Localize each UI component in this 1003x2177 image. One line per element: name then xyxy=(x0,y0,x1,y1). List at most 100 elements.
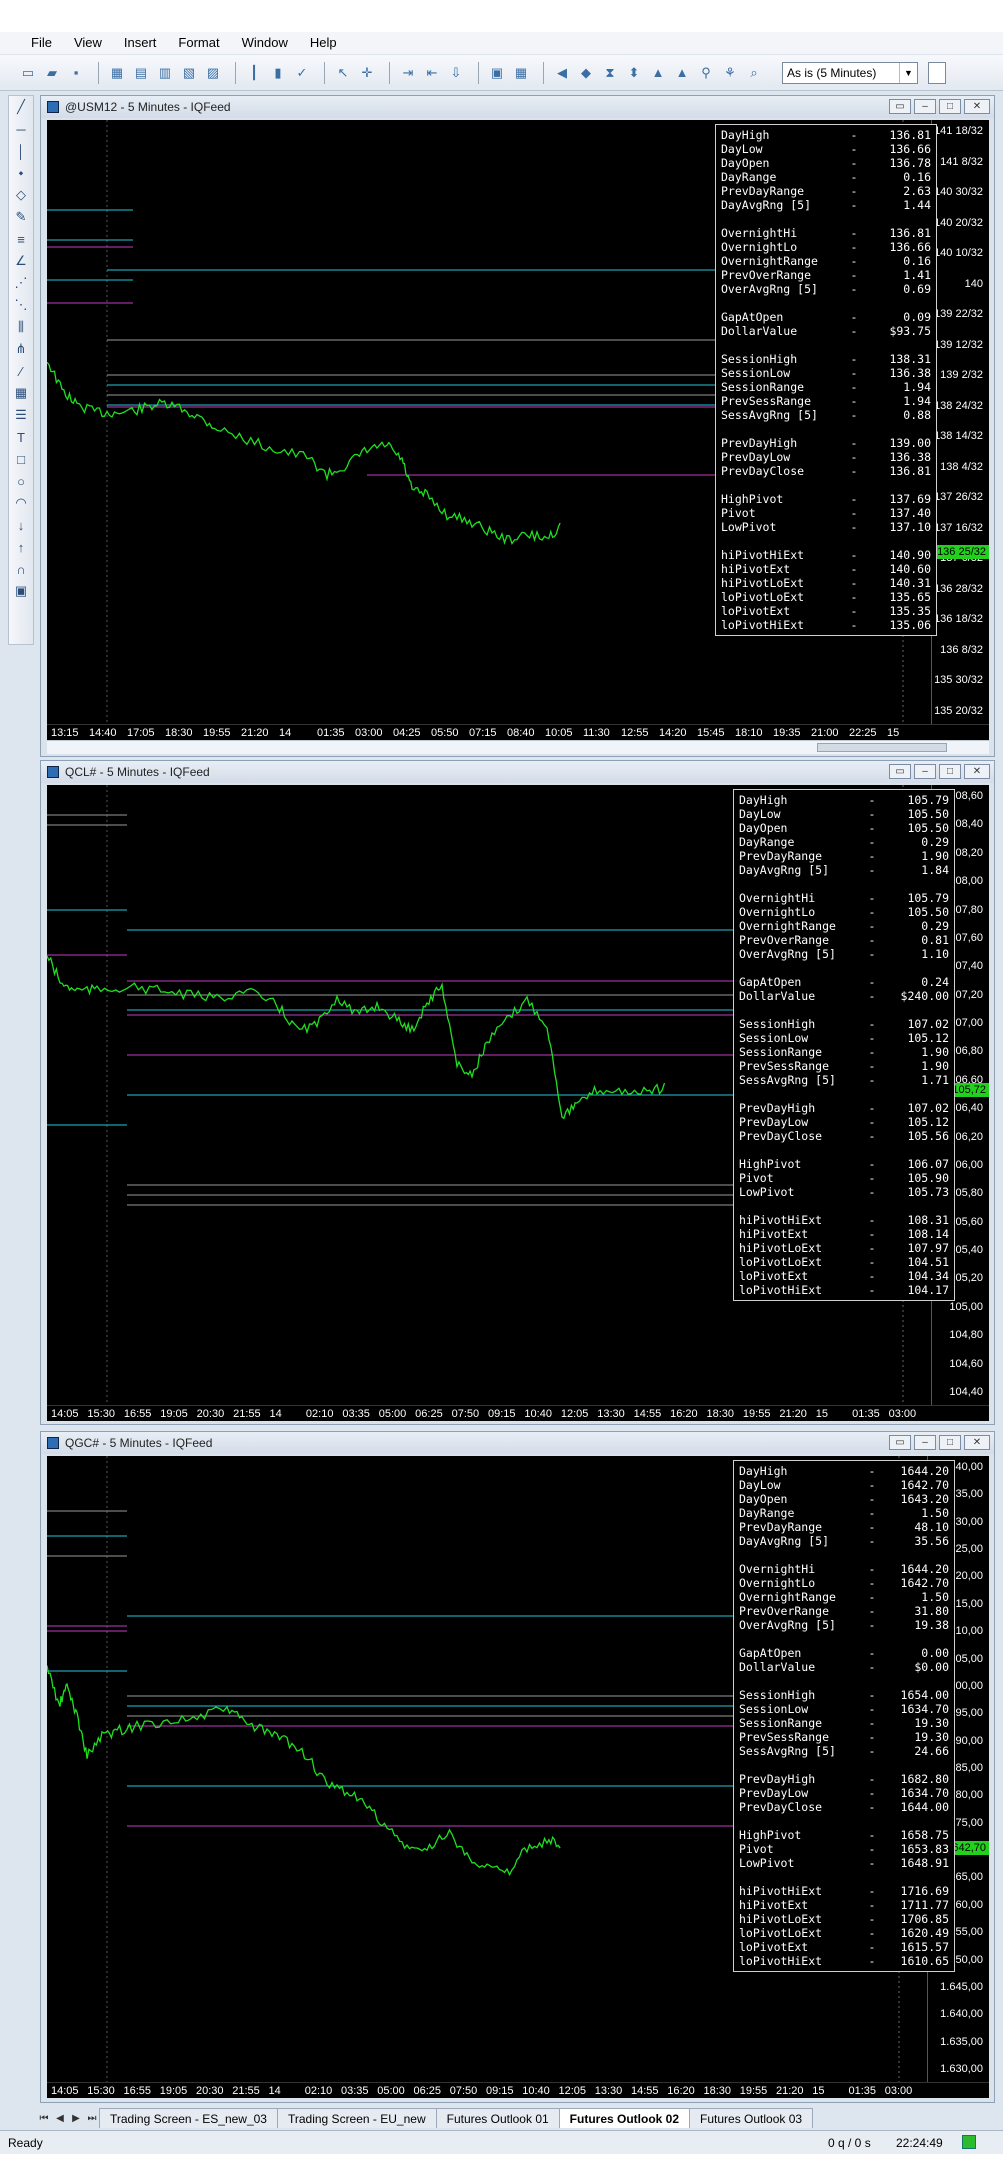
menu-file[interactable]: File xyxy=(20,32,63,54)
fan-icon[interactable]: ⋱ xyxy=(9,294,33,316)
brush-icon[interactable]: ⁄ xyxy=(9,360,33,382)
order-icon[interactable]: ▨ xyxy=(203,63,223,83)
pointer-fixed-icon[interactable]: ⚲ xyxy=(696,63,716,83)
tile-icon[interactable]: ▭ xyxy=(889,1435,911,1450)
tab-futures-outlook-02[interactable]: Futures Outlook 02 xyxy=(558,2108,691,2128)
buy-icon[interactable]: ⇥ xyxy=(398,63,418,83)
horizontal-scrollbar[interactable] xyxy=(47,740,989,754)
last-tab-icon[interactable]: ⏭ xyxy=(84,2113,100,2124)
menu-help[interactable]: Help xyxy=(299,32,348,54)
price-tick-label: 139 22/32 xyxy=(934,308,983,321)
period-select[interactable]: As is (5 Minutes) ▼ xyxy=(782,61,918,84)
candle-icon[interactable]: ▮ xyxy=(268,63,288,83)
menu-view[interactable]: View xyxy=(63,32,113,54)
window-titlebar[interactable]: QGC# - 5 Minutes - IQFeed xyxy=(41,1432,994,1454)
line-tool-icon[interactable]: ╱ xyxy=(9,96,33,118)
close-button[interactable]: ✕ xyxy=(964,1435,990,1450)
chart-plot-area[interactable]: 108,60 108,40 108,20 108,00 107,80 107,60 107,… xyxy=(47,785,989,1421)
stats-dash: - xyxy=(868,1842,876,1856)
vertical-line-icon[interactable]: │ xyxy=(9,140,33,162)
pitchfork-icon[interactable]: ⋔ xyxy=(9,338,33,360)
crosshair-icon[interactable]: ✛ xyxy=(357,63,377,83)
zoom-in-icon[interactable]: ⬍ xyxy=(624,63,644,83)
window-titlebar[interactable]: @USM12 - 5 Minutes - IQFeed xyxy=(41,96,994,118)
tile-icon[interactable]: ▭ xyxy=(889,764,911,779)
grid-tool-icon[interactable]: ▦ xyxy=(9,382,33,404)
arrow-down-icon[interactable]: ↓ xyxy=(9,514,33,536)
pointer-icon[interactable]: ↖ xyxy=(333,63,353,83)
fib-icon[interactable]: ≡ xyxy=(9,228,33,250)
check-icon[interactable]: ✓ xyxy=(292,63,312,83)
first-tab-icon[interactable]: ⏮ xyxy=(36,2113,52,2124)
tab-trading-screen-eu[interactable]: Trading Screen - EU_new xyxy=(276,2108,437,2128)
time-axis[interactable]: 14:05 15:30 16:55 19:05 20:30 21:55 14 02:10 03:… xyxy=(47,1405,989,1421)
arrow-up-icon[interactable]: ↑ xyxy=(9,536,33,558)
maximize-button[interactable]: □ xyxy=(939,1435,961,1450)
chart-plot-area[interactable]: 141 18/32 141 8/32 140 30/32 140 20/32 140 1… xyxy=(47,120,989,740)
maximize-button[interactable]: □ xyxy=(939,99,961,114)
angle-icon[interactable]: ∠ xyxy=(9,250,33,272)
price-axis[interactable]: 141 18/32 141 8/32 140 30/32 140 20/32 140 1… xyxy=(931,120,989,724)
time-axis[interactable]: 13:15 14:40 17:05 18:30 19:55 21:20 14 01:35 03:… xyxy=(47,724,989,740)
ruler-icon[interactable]: ◇ xyxy=(9,184,33,206)
grid-icon[interactable]: ▦ xyxy=(511,63,531,83)
time-tick-label: 03:00 xyxy=(355,727,383,739)
next-tab-icon[interactable]: ▶ xyxy=(68,2113,84,2124)
stats-label: GapAtOpen xyxy=(721,310,784,324)
toolbar-input[interactable] xyxy=(928,61,946,84)
stats-value: 1642.70 xyxy=(900,1576,949,1590)
tab-trading-screen-es[interactable]: Trading Screen - ES_new_03 xyxy=(99,2108,278,2128)
stats-dash: - xyxy=(868,1660,876,1674)
text-icon[interactable]: T xyxy=(9,426,33,448)
zoom-fit-icon[interactable]: ⧗ xyxy=(600,63,620,83)
horizontal-line-icon[interactable]: ─ xyxy=(9,118,33,140)
window-titlebar[interactable]: QCL# - 5 Minutes - IQFeed xyxy=(41,761,994,783)
scanner-icon[interactable]: ▧ xyxy=(179,63,199,83)
quote-icon[interactable]: ▥ xyxy=(155,63,175,83)
alert-icon[interactable]: ▲ xyxy=(672,63,692,83)
chart-icon[interactable]: ▦ xyxy=(107,63,127,83)
tab-futures-outlook-01[interactable]: Futures Outlook 01 xyxy=(435,2108,560,2128)
menu-format[interactable]: Format xyxy=(167,32,230,54)
bar-type-icon[interactable]: ┃ xyxy=(244,63,264,83)
arc-icon[interactable]: ◠ xyxy=(9,492,33,514)
gann-icon[interactable]: ⋰ xyxy=(9,272,33,294)
list-icon[interactable]: ☰ xyxy=(9,404,33,426)
menu-window[interactable]: Window xyxy=(231,32,299,54)
pencil-icon[interactable]: ✎ xyxy=(9,206,33,228)
layout-icon[interactable]: ▣ xyxy=(487,63,507,83)
scroll-left-icon[interactable]: ◀ xyxy=(552,63,572,83)
maximize-button[interactable]: □ xyxy=(939,764,961,779)
ellipse-icon[interactable]: ○ xyxy=(9,470,33,492)
channel-icon[interactable]: ⫼ xyxy=(9,316,33,338)
chart-plot-area[interactable]: 1.740,00 1.735,00 1.730,00 1.725,00 1.720,00… xyxy=(47,1456,989,2098)
save-icon[interactable]: ▪ xyxy=(66,63,86,83)
chevron-down-icon[interactable]: ▼ xyxy=(899,62,917,83)
prev-tab-icon[interactable]: ◀ xyxy=(52,2113,68,2124)
time-tick-label: 14:05 xyxy=(51,2085,79,2097)
magnifier-icon[interactable]: ⌕ xyxy=(744,63,764,83)
scroll-both-icon[interactable]: ◆ xyxy=(576,63,596,83)
tile-icon[interactable]: ▭ xyxy=(889,99,911,114)
chart-window-icon[interactable]: ▤ xyxy=(131,63,151,83)
time-axis[interactable]: 14:05 15:30 16:55 19:05 20:30 21:55 14 02:10 03:… xyxy=(47,2082,989,2098)
minimize-button[interactable]: – xyxy=(914,99,936,114)
tree-icon[interactable]: ⚘ xyxy=(720,63,740,83)
draw-settings-icon[interactable]: ▣ xyxy=(9,580,33,602)
up-arrow-icon[interactable]: ▲ xyxy=(648,63,668,83)
minimize-button[interactable]: – xyxy=(914,1435,936,1450)
open-icon[interactable]: ▰ xyxy=(42,63,62,83)
menu-insert[interactable]: Insert xyxy=(113,32,168,54)
minimize-button[interactable]: – xyxy=(914,764,936,779)
close-button[interactable]: ✕ xyxy=(964,764,990,779)
close-button[interactable]: ✕ xyxy=(964,99,990,114)
flatten-icon[interactable]: ⇩ xyxy=(446,63,466,83)
sell-icon[interactable]: ⇤ xyxy=(422,63,442,83)
magnet-icon[interactable]: ∩ xyxy=(9,558,33,580)
rectangle-icon[interactable]: □ xyxy=(9,448,33,470)
tab-futures-outlook-03[interactable]: Futures Outlook 03 xyxy=(689,2108,814,2128)
scrollbar-thumb[interactable] xyxy=(817,743,947,752)
ray-icon[interactable]: ⬩ xyxy=(9,162,33,184)
stats-dash: - xyxy=(868,1786,876,1800)
new-icon[interactable]: ▭ xyxy=(18,63,38,83)
